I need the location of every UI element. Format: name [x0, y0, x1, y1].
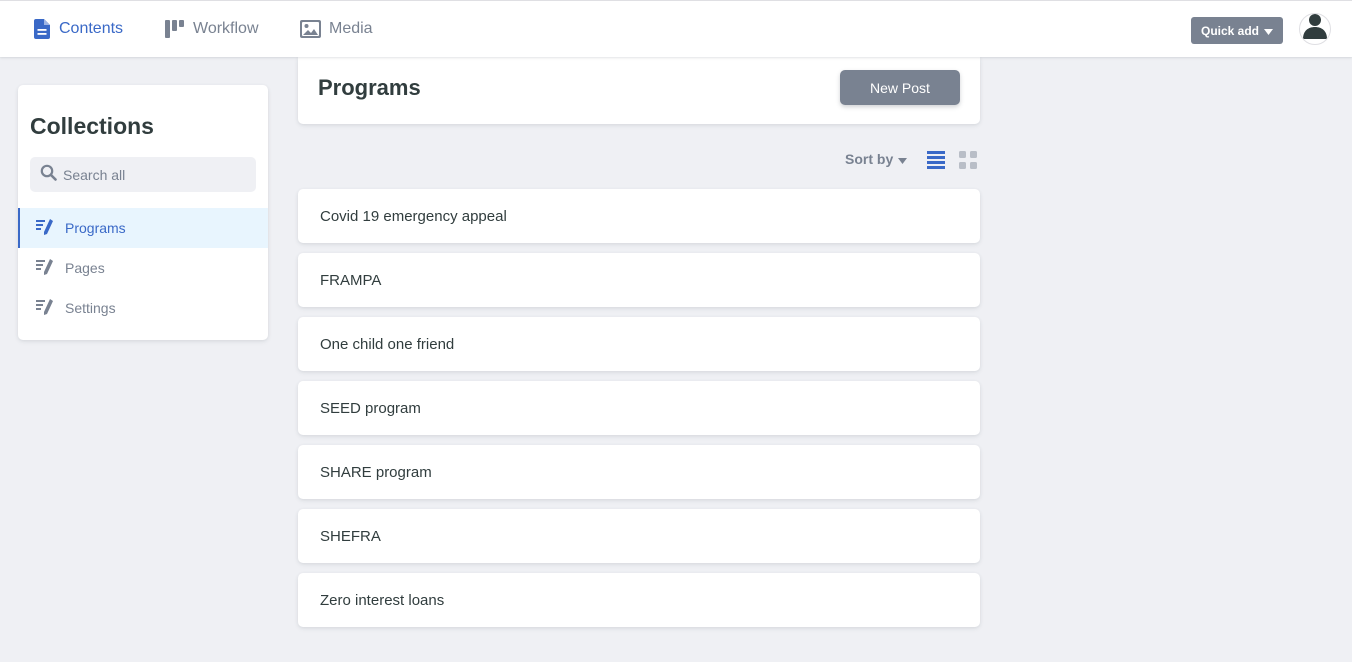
caret-down-icon [1264, 24, 1273, 38]
quick-add-button[interactable]: Quick add [1191, 17, 1283, 44]
list-item[interactable]: SHEFRA [298, 509, 980, 563]
list-view-button[interactable] [927, 150, 945, 174]
list-view-icon [927, 151, 945, 173]
quick-add-label: Quick add [1200, 23, 1259, 38]
avatar[interactable] [1299, 13, 1331, 45]
workflow-icon [165, 20, 185, 38]
nav-media-label: Media [329, 20, 373, 37]
nav-media[interactable]: Media [300, 1, 373, 57]
user-icon [1300, 14, 1330, 44]
nav-workflow-label: Workflow [193, 20, 259, 37]
write-icon [36, 258, 54, 278]
document-icon [34, 19, 51, 39]
list-item[interactable]: FRAMPA [298, 253, 980, 307]
grid-view-button[interactable] [959, 150, 977, 174]
sidebar-item-programs[interactable]: Programs [18, 208, 268, 248]
search-input[interactable] [63, 166, 243, 183]
sort-by-label: Sort by [845, 151, 894, 167]
search-icon [40, 164, 57, 186]
grid-view-icon [959, 151, 977, 173]
sidebar-item-pages[interactable]: Pages [18, 248, 268, 288]
sidebar-item-label: Settings [65, 300, 116, 316]
nav-contents-label: Contents [59, 20, 124, 37]
write-icon [36, 218, 54, 238]
list-item[interactable]: One child one friend [298, 317, 980, 371]
sidebar-title: Collections [30, 113, 154, 139]
nav-workflow[interactable]: Workflow [165, 1, 259, 57]
sidebar-item-label: Pages [65, 260, 105, 276]
sidebar-item-settings[interactable]: Settings [18, 288, 268, 328]
write-icon [36, 298, 54, 318]
new-post-button[interactable]: New Post [840, 70, 960, 105]
list-item[interactable]: SHARE program [298, 445, 980, 499]
nav-contents[interactable]: Contents [34, 1, 123, 57]
sidebar-item-label: Programs [65, 220, 126, 236]
page-title: Programs [318, 75, 421, 100]
caret-down-icon [898, 151, 908, 167]
collection-header: Programs New Post [298, 57, 980, 124]
search-box[interactable] [30, 157, 256, 192]
top-bar: Contents Workflow Media Quick add [0, 0, 1352, 57]
image-icon [300, 20, 321, 38]
list-item[interactable]: Covid 19 emergency appeal [298, 189, 980, 243]
sort-by-dropdown[interactable]: Sort by [845, 150, 908, 168]
collections-sidebar: Collections Programs Pages Settings [18, 85, 268, 340]
list-item[interactable]: SEED program [298, 381, 980, 435]
list-item[interactable]: Zero interest loans [298, 573, 980, 627]
